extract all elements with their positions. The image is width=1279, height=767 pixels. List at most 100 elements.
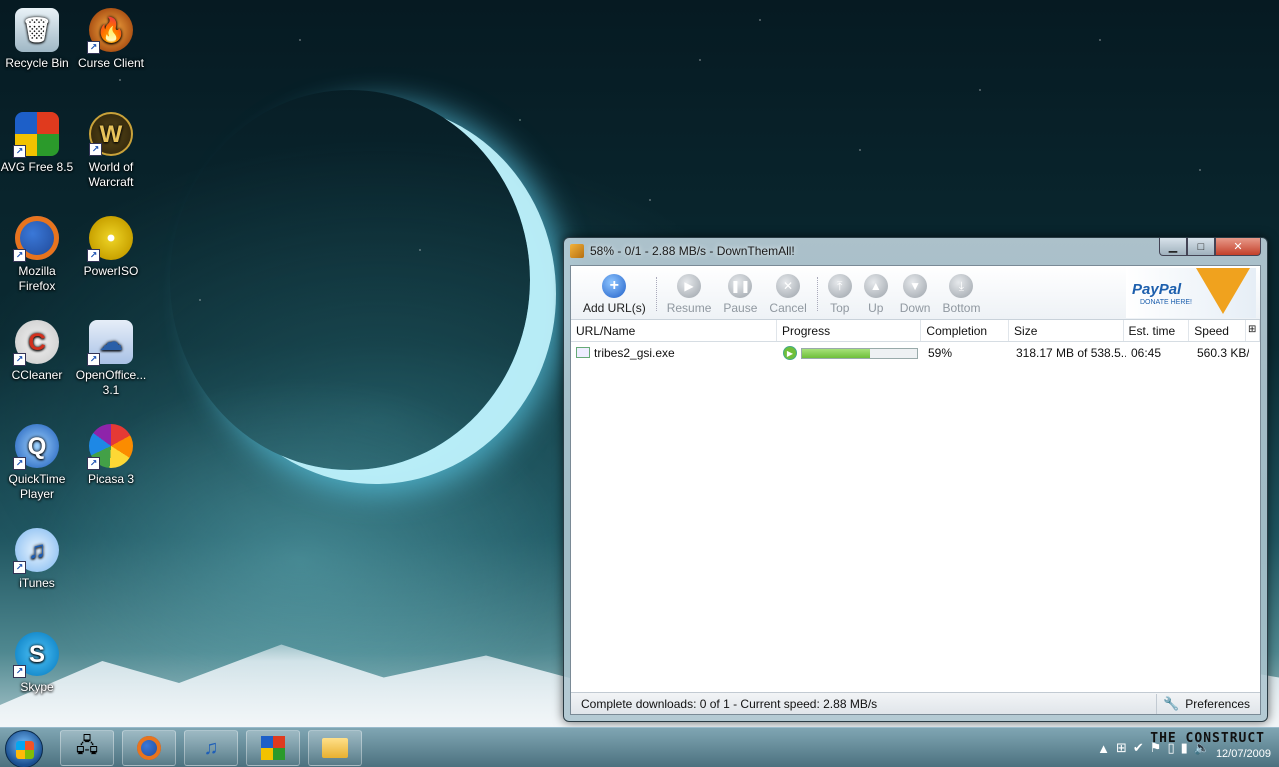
desktop-icon-picasa[interactable]: ↗ Picasa 3 [74,424,148,487]
shortcut-arrow-icon: ↗ [13,665,26,678]
resume-button[interactable]: ▶ Resume [666,274,712,315]
desktop-icon-label: QuickTime Player [8,472,66,501]
desktop-icon-label: PowerISO [83,264,139,278]
pause-icon: ❚❚ [728,274,753,298]
shortcut-arrow-icon: ↗ [13,249,26,262]
firefox-icon: ↗ [13,216,59,262]
cancel-button[interactable]: ✕ Cancel [769,274,807,315]
desktop-icon-label: World of Warcraft [88,160,134,189]
column-picker-icon[interactable]: ⊞ [1246,320,1260,341]
desktop-icon-wow[interactable]: W ↗ World of Warcraft [74,112,148,190]
move-down-label: Down [899,301,931,315]
downthemall-window: 58% - 0/1 - 2.88 MB/s - DownThemAll! ▁ □… [563,237,1268,722]
show-hidden-icons-icon[interactable]: ▲ [1097,741,1110,756]
file-icon [576,347,590,358]
pause-label: Pause [723,301,758,315]
start-button[interactable] [5,730,43,767]
running-icon: ▶ [783,346,797,360]
column-header-speed[interactable]: Speed [1189,320,1247,341]
itunes-icon: ♫ ↗ [13,528,59,574]
arrow-down-icon: ▼ [903,274,928,298]
download-completion: 59% [928,346,953,360]
downloads-table-header: URL/Name Progress Completion Size Est. t… [571,320,1260,342]
column-header-est-time[interactable]: Est. time [1124,320,1190,341]
minimize-button[interactable]: ▁ [1159,238,1187,256]
desktop-icon-label: OpenOffice... 3.1 [75,368,147,397]
add-urls-button[interactable]: + Add URL(s) [583,274,646,315]
desktop-icon-firefox[interactable]: ↗ Mozilla Firefox [0,216,74,294]
shortcut-arrow-icon: ↗ [87,41,100,54]
move-up-button[interactable]: ▲ Up [863,274,888,315]
download-name-cell: tribes2_gsi.exe [571,346,778,360]
caption-buttons: ▁ □ ✕ [1159,238,1261,256]
paypal-donate-banner[interactable]: PayPal DONATE HERE! [1126,268,1256,318]
shortcut-arrow-icon: ↗ [13,457,26,470]
taskbar-item-avg[interactable] [246,730,300,766]
progress-bar [800,347,918,359]
desktop-icon-label: Curse Client [77,56,145,70]
close-button[interactable]: ✕ [1215,238,1261,256]
desktop-icon-curse-client[interactable]: 🔥 ↗ Curse Client [74,8,148,71]
ccleaner-icon: C ↗ [13,320,59,366]
taskbar-item-itunes[interactable]: ♫ [184,730,238,766]
toolbar-separator [655,277,657,311]
security-check-icon[interactable]: ✔ [1133,740,1144,756]
shortcut-arrow-icon: ↗ [89,143,102,156]
column-header-completion[interactable]: Completion [921,320,1010,341]
taskbar-item-network[interactable]: 🖧 [60,730,114,766]
window-client-area: + Add URL(s) ▶ Resume ❚❚ Pause ✕ Cancel … [570,265,1261,715]
taskbar-item-explorer[interactable] [308,730,362,766]
downthemall-app-icon [570,243,584,258]
desktop-icon-poweriso[interactable]: ↗ PowerISO [74,216,148,279]
shortcut-arrow-icon: ↗ [87,353,100,366]
desktop-icon-openoffice[interactable]: ☁ ↗ OpenOffice... 3.1 [74,320,148,398]
network-icon: 🖧 [75,735,99,757]
itunes-icon: ♫ [203,736,219,759]
window-titlebar[interactable]: 58% - 0/1 - 2.88 MB/s - DownThemAll! ▁ □… [564,238,1267,263]
download-est-time: 06:45 [1131,346,1162,360]
pause-button[interactable]: ❚❚ Pause [723,274,757,315]
quicktime-icon: Q ↗ [13,424,59,470]
maximize-button[interactable]: □ [1187,238,1215,256]
download-name: tribes2_gsi.exe [594,346,675,360]
move-bottom-label: Bottom [942,301,981,315]
window-title: 58% - 0/1 - 2.88 MB/s - DownThemAll! [590,243,795,258]
toolbar-separator [816,277,818,311]
shortcut-arrow-icon: ↗ [13,145,26,158]
desktop-icon-label: iTunes [19,576,55,590]
column-header-progress[interactable]: Progress [777,320,922,341]
desktop-icon-recycle-bin[interactable]: 🗑 Recycle Bin [0,8,74,71]
folder-icon [322,738,348,758]
avg-icon: ↗ [13,112,59,158]
taskbar-item-firefox[interactable] [122,730,176,766]
toolbar: + Add URL(s) ▶ Resume ❚❚ Pause ✕ Cancel … [571,266,1260,320]
taskbar: 🖧 ♫ ▲ ⊞ ✔ ⚑ ▯ ▮ 🔈 12/07/2009 [0,727,1279,767]
preferences-button[interactable]: 🔧 Preferences [1156,693,1250,714]
desktop-icon-quicktime[interactable]: Q ↗ QuickTime Player [0,424,74,502]
arrow-up-icon: ▲ [863,274,888,298]
download-row[interactable]: tribes2_gsi.exe ▶ 59% 318.17 MB of 538.5… [571,342,1260,364]
move-bottom-icon: ⤓ [949,274,974,298]
windows-update-icon[interactable]: ⊞ [1116,740,1127,756]
move-top-button[interactable]: ⤒ Top [827,274,852,315]
wow-icon: W ↗ [89,112,133,156]
desktop-icon-itunes[interactable]: ♫ ↗ iTunes [0,528,74,591]
status-bar: Complete downloads: 0 of 1 - Current spe… [571,692,1260,714]
download-size: 318.17 MB of 538.5... [1016,346,1126,360]
move-down-button[interactable]: ▼ Down [899,274,931,315]
resume-label: Resume [666,301,712,315]
move-bottom-button[interactable]: ⤓ Bottom [942,274,980,315]
move-up-label: Up [868,301,884,315]
desktop-wallpaper-moon [170,90,530,470]
desktop-icon-skype[interactable]: S ↗ Skype [0,632,74,695]
progress-bar-fill [801,348,870,358]
paypal-logo: PayPal [1132,281,1182,298]
wrench-icon: 🔧 [1163,695,1180,711]
column-header-size[interactable]: Size [1009,320,1124,341]
move-top-icon: ⤒ [827,274,852,298]
windows-logo-icon [16,741,34,759]
column-header-url[interactable]: URL/Name [571,320,778,341]
curse-client-icon: 🔥 ↗ [87,8,133,54]
desktop-icon-ccleaner[interactable]: C ↗ CCleaner [0,320,74,383]
desktop-icon-avg[interactable]: ↗ AVG Free 8.5 [0,112,74,175]
